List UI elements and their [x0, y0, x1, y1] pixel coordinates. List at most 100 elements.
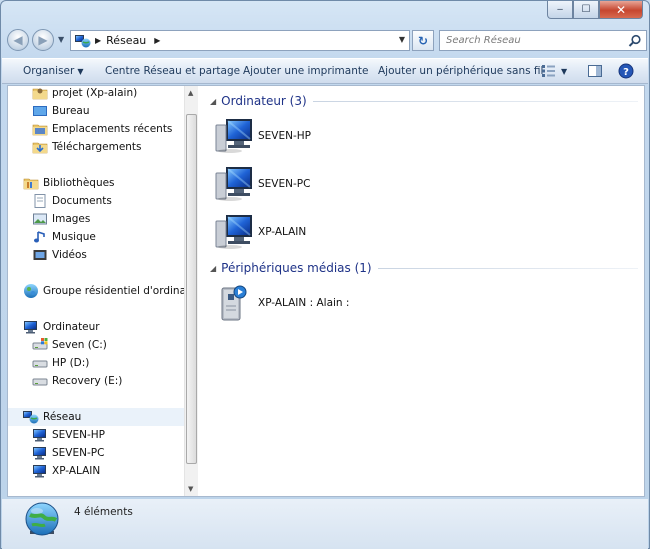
nav-item-xp-alain[interactable]: XP-ALAIN: [8, 462, 184, 480]
svg-text:?: ?: [623, 67, 629, 78]
nav-item-label: XP-ALAIN: [52, 465, 101, 477]
nav-item-label: SEVEN-HP: [52, 429, 105, 441]
nav-item-homegroup[interactable]: Groupe résidentiel d'ordinateurs: [8, 282, 184, 300]
navigation-row: ◀ ▶ ▼ ▶ Réseau ▶ ▼ ↻: [5, 28, 647, 54]
nav-item-drive-e[interactable]: Recovery (E:): [8, 372, 184, 390]
nav-item-recent-places[interactable]: Emplacements récents: [8, 120, 184, 138]
group-header-media-devices[interactable]: ◢ Périphériques médias (1): [210, 259, 638, 277]
scroll-up-icon[interactable]: ▲: [188, 89, 193, 97]
group-divider: [377, 267, 638, 269]
nav-item-label: Seven (C:): [52, 339, 107, 351]
add-wireless-device-button[interactable]: Ajouter un périphérique sans fil: [378, 65, 543, 77]
nav-item-label: SEVEN-PC: [52, 447, 105, 459]
nav-item-desktop[interactable]: Bureau: [8, 102, 184, 120]
nav-item-drive-c[interactable]: Seven (C:): [8, 336, 184, 354]
arrow-right-icon: ▶: [38, 33, 48, 47]
view-options-icon[interactable]: [541, 64, 557, 78]
network-computer-icon: [215, 215, 252, 249]
desktop-icon: [33, 106, 47, 116]
help-icon[interactable]: ?: [618, 63, 634, 79]
nav-item-drive-d[interactable]: HP (D:): [8, 354, 184, 372]
nav-item-libraries[interactable]: Bibliothèques: [8, 174, 184, 192]
music-icon: [34, 231, 45, 243]
caption-buttons: ‒ ☐ ✕: [547, 1, 643, 19]
nav-item-seven-pc[interactable]: SEVEN-PC: [8, 444, 184, 462]
recent-pages-dropdown[interactable]: ▼: [58, 35, 64, 44]
nav-item-videos[interactable]: Vidéos: [8, 246, 184, 264]
nav-item-downloads[interactable]: Téléchargements: [8, 138, 184, 156]
group-title: Ordinateur (3): [221, 94, 307, 108]
nav-item-seven-hp[interactable]: SEVEN-HP: [8, 426, 184, 444]
group-title: Périphériques médias (1): [221, 261, 372, 275]
nav-item-label: Bibliothèques: [43, 177, 115, 189]
nav-item-user-folder[interactable]: projet (Xp-alain): [8, 86, 184, 102]
group-divider: [312, 100, 638, 102]
client-area: projet (Xp-alain) Bureau Emplacements ré…: [7, 85, 645, 497]
nav-item-network[interactable]: Réseau: [8, 408, 184, 426]
maximize-button[interactable]: ☐: [573, 1, 599, 19]
refresh-button[interactable]: ↻: [412, 30, 434, 51]
content-item-xp-alain[interactable]: XP-ALAIN: [214, 212, 514, 252]
content-item-media-server[interactable]: XP-ALAIN : Alain :: [214, 283, 514, 323]
organize-label: Organiser: [23, 65, 75, 77]
nav-item-label: Groupe résidentiel d'ordinateurs: [43, 285, 184, 297]
address-bar[interactable]: ▶ Réseau ▶ ▼: [70, 30, 410, 51]
pictures-icon: [33, 213, 47, 225]
close-button[interactable]: ✕: [599, 1, 643, 19]
drive-icon: [32, 373, 48, 389]
collapse-icon[interactable]: ◢: [210, 264, 216, 273]
documents-icon: [34, 194, 46, 208]
chevron-right-icon: ▶: [95, 36, 102, 45]
network-center-button[interactable]: Centre Réseau et partage: [105, 65, 240, 77]
content-item-seven-hp[interactable]: SEVEN-HP: [214, 116, 514, 156]
search-box: [439, 30, 647, 51]
group-header-computers[interactable]: ◢ Ordinateur (3): [210, 92, 638, 110]
add-printer-button[interactable]: Ajouter une imprimante: [243, 65, 368, 77]
nav-item-documents[interactable]: Documents: [8, 192, 184, 210]
chevron-right-icon[interactable]: ▶: [154, 36, 160, 45]
network-icon: [75, 34, 91, 47]
nav-item-label: HP (D:): [52, 357, 90, 369]
chevron-down-icon[interactable]: ▼: [399, 35, 405, 44]
network-computer-icon: [215, 119, 252, 153]
scroll-thumb[interactable]: [186, 114, 197, 464]
item-label: XP-ALAIN: [258, 226, 307, 238]
nav-item-label: Bureau: [52, 105, 90, 117]
nav-item-pictures[interactable]: Images: [8, 210, 184, 228]
back-button[interactable]: ◀: [7, 29, 29, 51]
explorer-window: ‒ ☐ ✕ ◀ ▶ ▼ ▶ Réseau ▶ ▼ ↻ Organi: [0, 0, 650, 549]
arrow-left-icon: ◀: [13, 33, 23, 47]
minimize-button[interactable]: ‒: [547, 1, 573, 19]
nav-item-music[interactable]: Musique: [8, 228, 184, 246]
nav-item-label: projet (Xp-alain): [52, 87, 138, 99]
videos-icon: [33, 250, 47, 260]
nav-item-computer[interactable]: Ordinateur: [8, 318, 184, 336]
preview-pane-icon[interactable]: [587, 63, 603, 79]
collapse-icon[interactable]: ◢: [210, 97, 216, 106]
network-globe-icon: [25, 502, 59, 536]
user-folder-icon: [32, 88, 48, 101]
computer-icon: [32, 445, 48, 461]
navigation-pane: projet (Xp-alain) Bureau Emplacements ré…: [8, 86, 184, 496]
nav-scrollbar[interactable]: ▲ ▼: [184, 86, 198, 496]
nav-item-label: Téléchargements: [52, 141, 142, 153]
forward-button[interactable]: ▶: [32, 29, 54, 51]
organize-button[interactable]: Organiser ▼: [23, 65, 83, 77]
nav-item-label: Ordinateur: [43, 321, 100, 333]
computer-icon: [32, 427, 48, 443]
search-input[interactable]: [446, 31, 626, 50]
nav-item-label: Images: [52, 213, 91, 225]
drive-icon: [32, 355, 48, 371]
content-item-seven-pc[interactable]: SEVEN-PC: [214, 164, 514, 204]
scroll-down-icon[interactable]: ▼: [188, 485, 193, 493]
media-server-icon: [221, 285, 247, 321]
nav-item-label: Musique: [52, 231, 96, 243]
computer-icon: [23, 319, 39, 335]
chevron-down-icon[interactable]: ▼: [561, 67, 567, 76]
command-bar: Organiser ▼ Centre Réseau et partage Ajou…: [2, 58, 648, 84]
nav-item-label: Emplacements récents: [52, 123, 173, 135]
breadcrumb[interactable]: Réseau: [106, 34, 146, 47]
status-bar: 4 éléments: [2, 499, 648, 549]
chevron-down-icon: ▼: [77, 67, 84, 76]
search-icon[interactable]: [628, 34, 642, 48]
